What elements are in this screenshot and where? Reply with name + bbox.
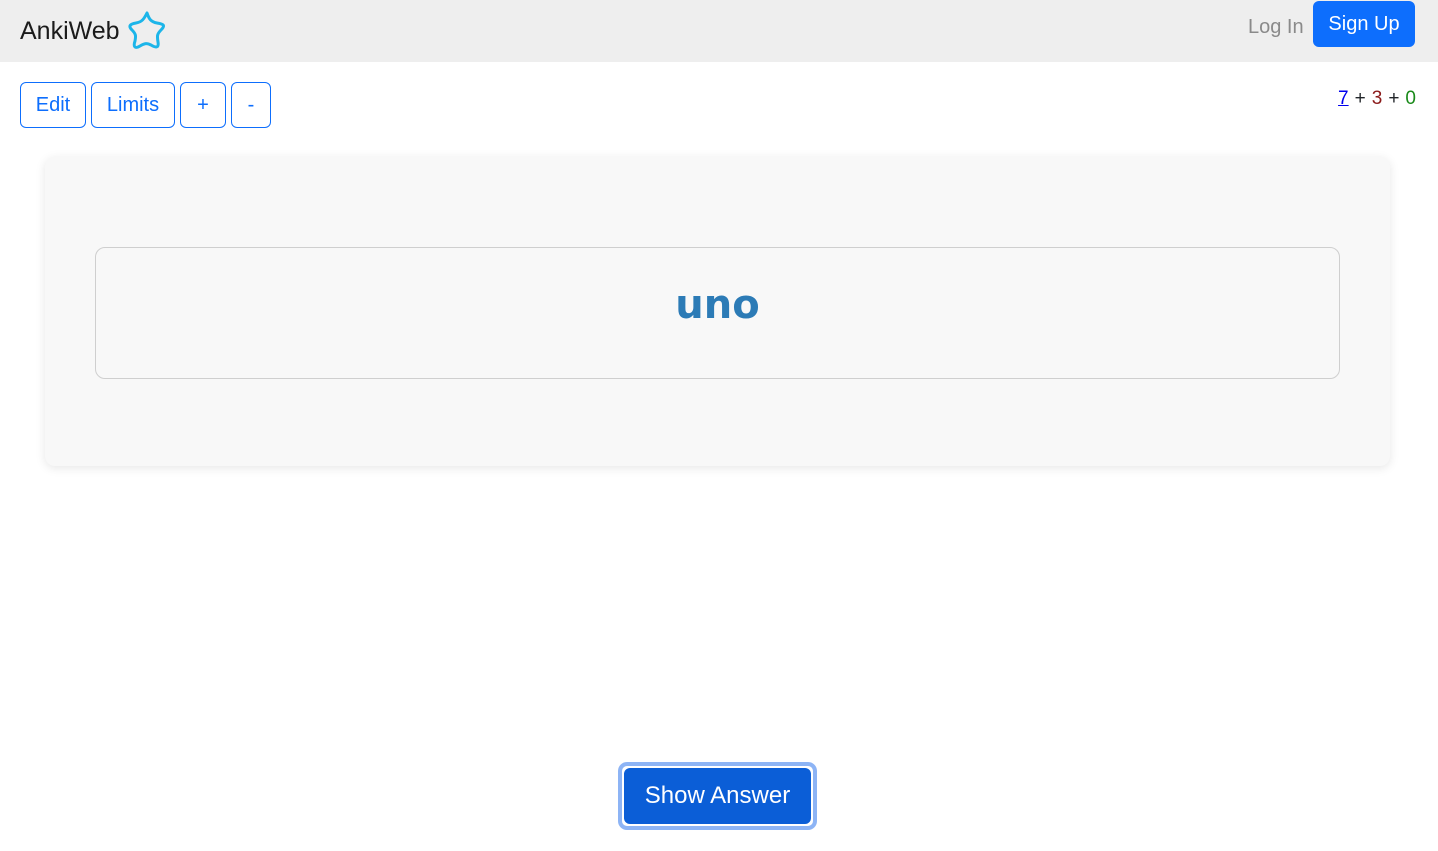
due-counts: 7 +3 +0 — [1338, 87, 1416, 111]
new-count[interactable]: 7 — [1338, 88, 1349, 109]
decrease-button[interactable]: - — [231, 82, 271, 128]
brand-name: AnkiWeb — [20, 17, 120, 45]
edit-button[interactable]: Edit — [20, 82, 86, 128]
brand-link[interactable]: AnkiWeb — [20, 11, 168, 50]
star-logo-icon — [128, 11, 165, 49]
limits-button[interactable]: Limits — [91, 82, 175, 128]
show-answer-focus-ring: Show Answer — [618, 762, 817, 830]
signup-button[interactable]: Sign Up — [1313, 1, 1415, 47]
review-count: 0 — [1405, 88, 1416, 109]
count-separator: + — [1388, 88, 1400, 109]
show-answer-button[interactable]: Show Answer — [624, 768, 811, 824]
increase-button[interactable]: + — [180, 82, 226, 128]
card-front-text: uno — [675, 282, 760, 328]
login-link[interactable]: Log In — [1248, 14, 1304, 40]
count-separator: + — [1354, 88, 1366, 109]
card-front-box: uno — [95, 247, 1340, 379]
top-navbar: AnkiWeb Log In Sign Up — [0, 0, 1438, 62]
learning-count: 3 — [1371, 88, 1383, 109]
card-panel: uno — [45, 157, 1390, 466]
